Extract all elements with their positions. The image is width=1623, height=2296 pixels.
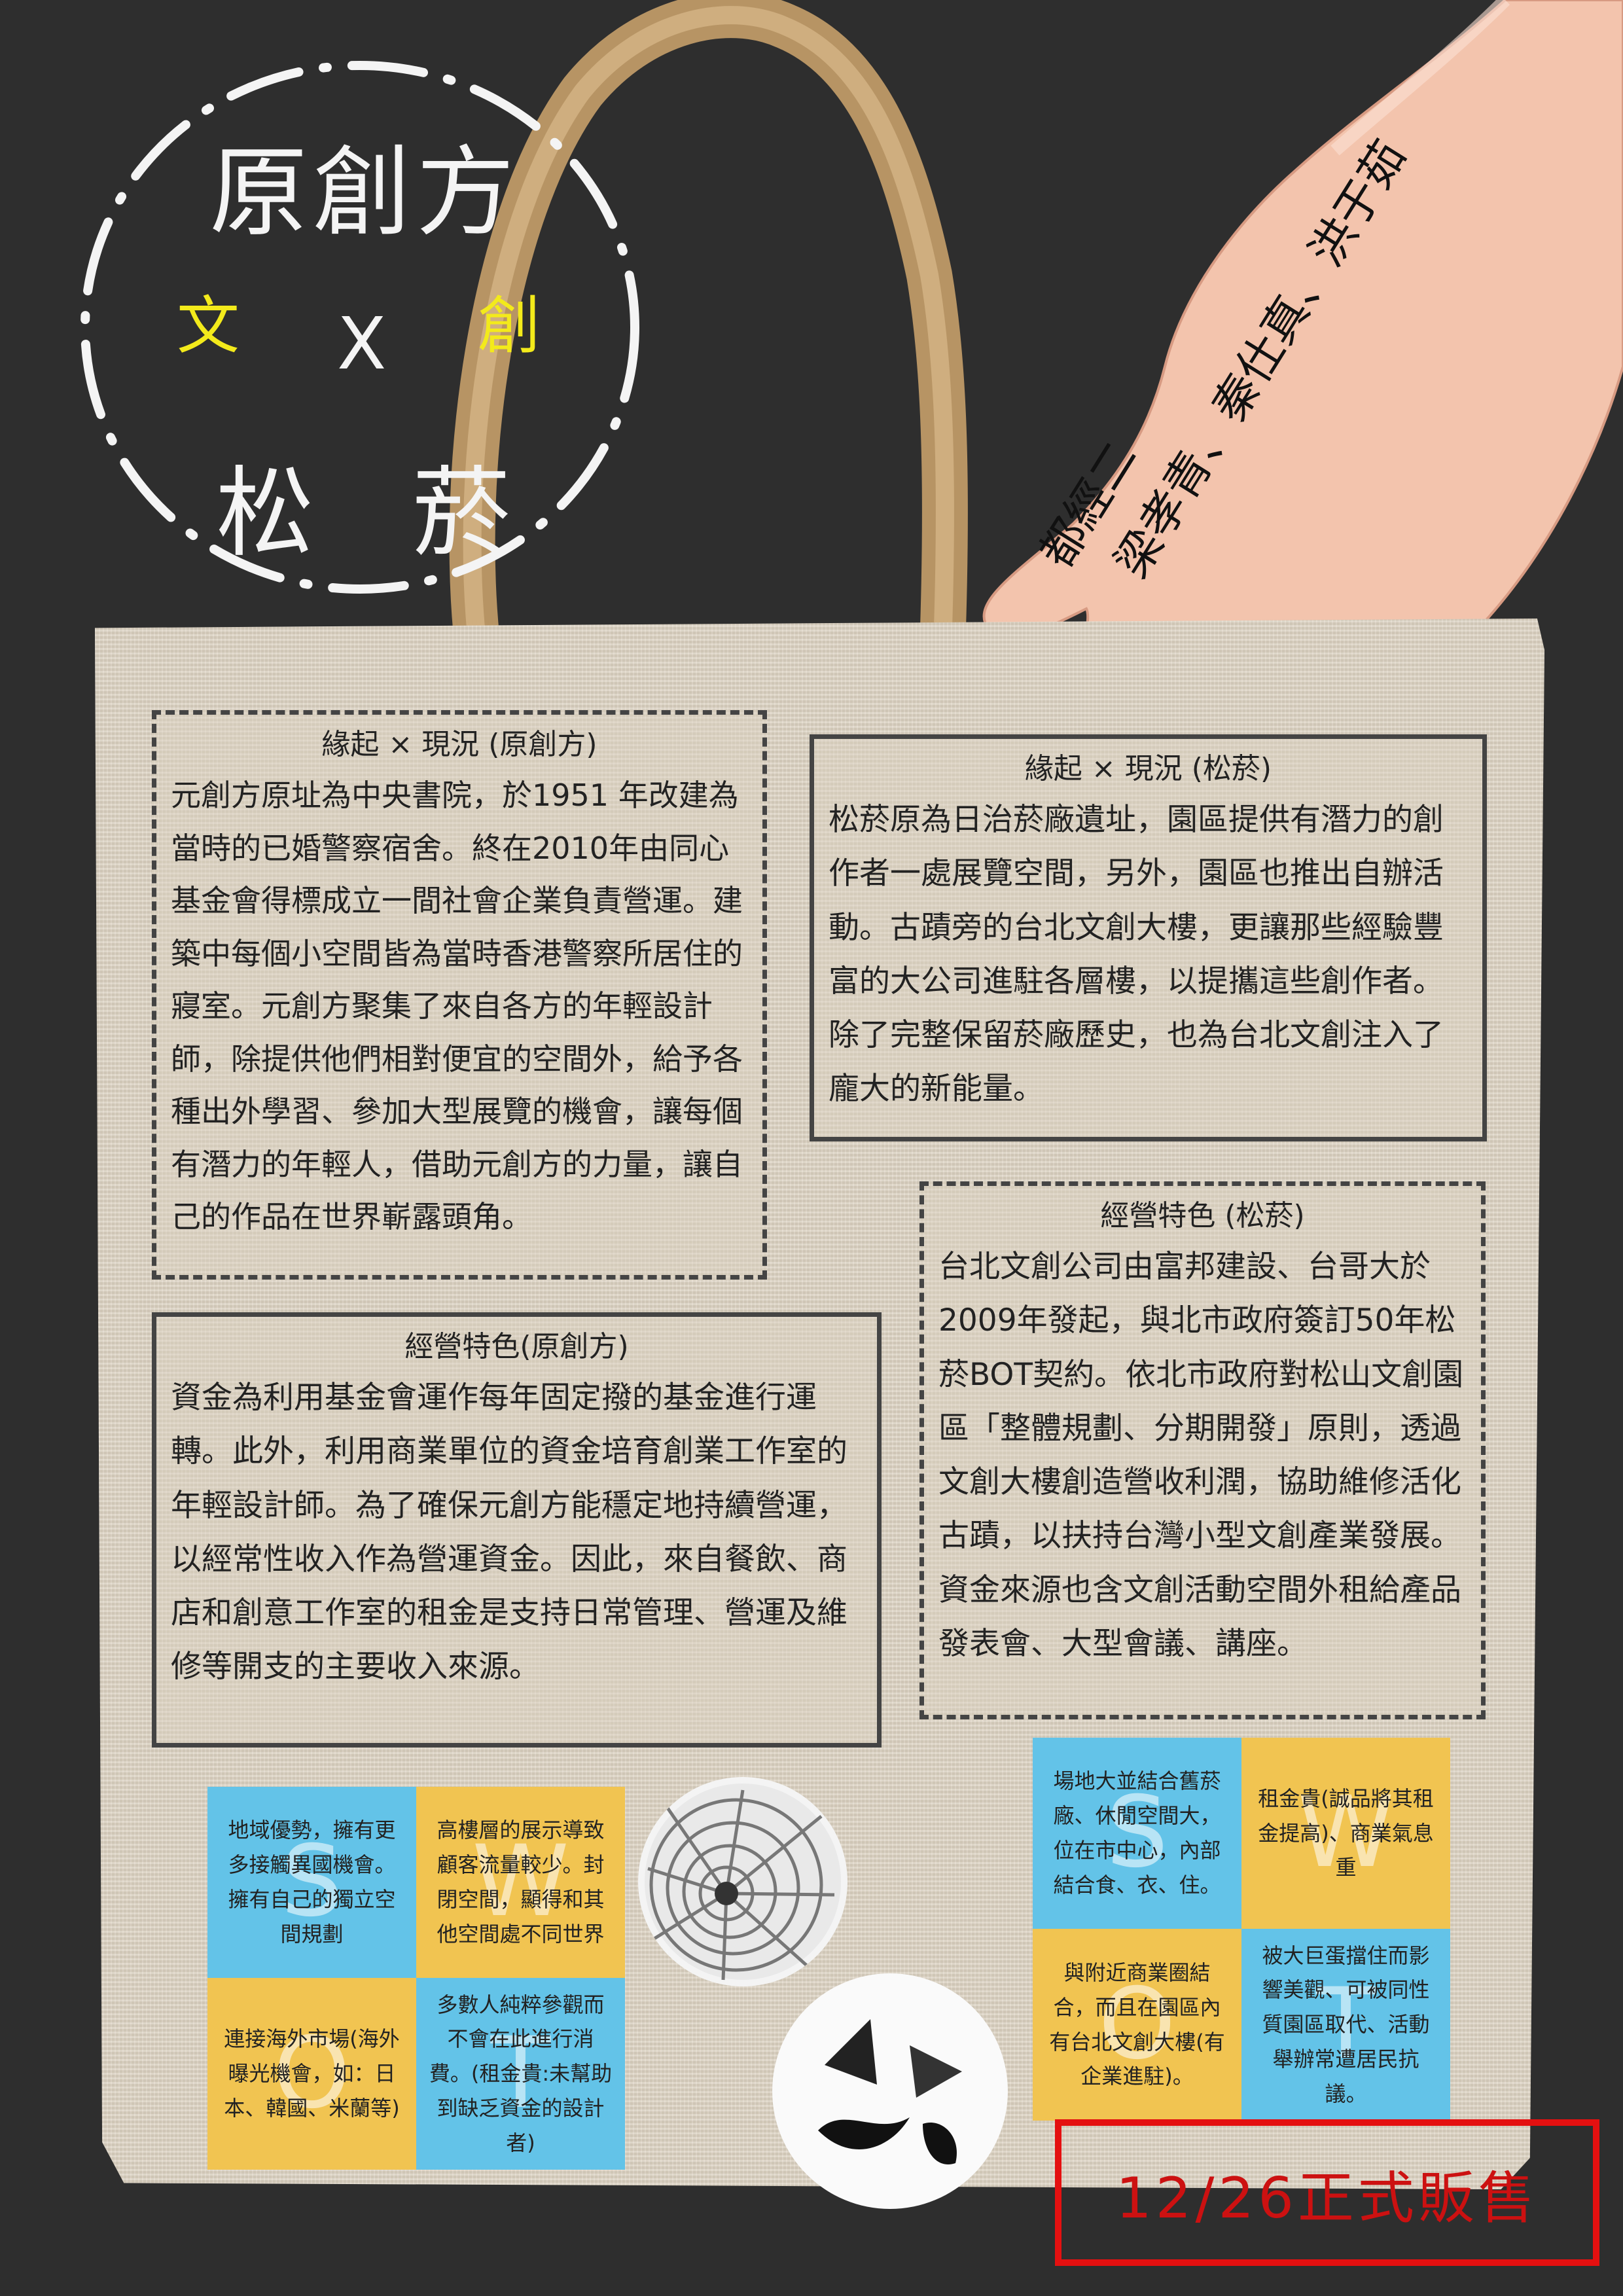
swot-yuan-s-text: 地域優勢，擁有更多接觸異國機會。擁有自己的獨立空間規劃 [228,1818,396,1946]
biz-yuan-body: 資金為利用基金會運作每年固定撥的基金進行運轉。此外，利用商業單位的資金培育創業工… [171,1380,847,1685]
swot-grid-yuan: S 地域優勢，擁有更多接觸異國機會。擁有自己的獨立空間規劃 W 高樓層的展示導致… [207,1787,625,2170]
swot-yuan-t-text: 多數人純粹參觀而不會在此進行消費。(租金貴:未幫助到缺乏資金的設計者) [429,1992,613,2155]
title-main: 原創方 [209,136,520,250]
swot-yuan-w-text: 高樓層的展示導致顧客流量較少。封閉空間，顯得和其他空間處不同世界 [437,1818,605,1946]
biz-song-heading: 經營特色 (松菸) [1100,1199,1305,1232]
biz-yuan-box: 經營特色(原創方) 資金為利用基金會運作每年固定撥的基金進行運轉。此外，利用商業… [152,1312,882,1748]
swot-yuan-opportunity: O 連接海外市場(海外曝光機會，如：日本、韓國、米蘭等) [207,1978,416,2170]
biz-song-body: 台北文創公司由富邦建設、台哥大於2009年發起，與北市政府簽訂50年松菸BOT契… [938,1249,1464,1662]
title-cross: X [337,302,387,386]
swot-song-s-text: 場地大並結合舊菸廠、休閒空間大，位在市中心，內部結合食、衣、住。 [1053,1768,1221,1897]
logo-disc [772,1973,1008,2209]
swot-grid-song: S 場地大並結合舊菸廠、休閒空間大，位在市中心，內部結合食、衣、住。 W 租金貴… [1033,1738,1450,2121]
title-char-wen: 文 [177,289,240,363]
swot-yuan-threat: T 多數人純粹參觀而不會在此進行消費。(租金貴:未幫助到缺乏資金的設計者) [416,1978,625,2170]
title-badge: 原創方 文 X 創 松 菸 [65,46,654,609]
origin-song-body: 松菸原為日治菸廠遺址，園區提供有潛力的創作者一處展覽空間，另外，園區也推出自辦活… [829,802,1444,1107]
biz-song-box: 經營特色 (松菸) 台北文創公司由富邦建設、台哥大於2009年發起，與北市政府簽… [919,1181,1486,1719]
swot-song-o-text: 與附近商業圈結合，而且在園區內有台北文創大樓(有企業進駐)。 [1049,1960,1225,2089]
swot-song-threat: T 被大巨蛋擋住而影響美觀、可被同性質園區取代、活動舉辦常遭居民抗議。 [1241,1929,1450,2121]
title-yan: 菸 [412,457,516,571]
swot-yuan-o-text: 連接海外市場(海外曝光機會，如：日本、韓國、米蘭等) [224,2026,400,2121]
swot-song-strength: S 場地大並結合舊菸廠、休閒空間大，位在市中心，內部結合食、衣、住。 [1033,1738,1241,1929]
swot-song-opportunity: O 與附近商業圈結合，而且在園區內有台北文創大樓(有企業進駐)。 [1033,1929,1241,2121]
origin-yuan-heading: 緣起 × 現況 (原創方) [321,728,597,761]
swot-song-w-text: 租金貴(誠品將其租金提高)、商業氣息重 [1258,1785,1434,1880]
origin-song-box: 緣起 × 現況 (松菸) 松菸原為日治菸廠遺址，園區提供有潛力的創作者一處展覽空… [810,734,1487,1141]
sale-date-box: 12/26正式販售 [1055,2119,1599,2266]
biz-yuan-heading: 經營特色(原創方) [404,1330,629,1363]
title-char-chuang: 創 [478,289,541,363]
title-song: 松 [216,457,320,571]
swot-song-weakness: W 租金貴(誠品將其租金提高)、商業氣息重 [1241,1738,1450,1929]
swot-yuan-strength: S 地域優勢，擁有更多接觸異國機會。擁有自己的獨立空間規劃 [207,1787,416,1978]
origin-song-heading: 緣起 × 現況 (松菸) [1024,752,1272,785]
swot-yuan-weakness: W 高樓層的展示導致顧客流量較少。封閉空間，顯得和其他空間處不同世界 [416,1787,625,1978]
swot-song-t-text: 被大巨蛋擋住而影響美觀、可被同性質園區取代、活動舉辦常遭居民抗議。 [1262,1943,1430,2106]
building-photo-disc [638,1777,847,1986]
origin-yuan-body: 元創方原址為中央書院，於1951 年改建為當時的已婚警察宿舍。終在2010年由同… [171,778,743,1234]
origin-yuan-box: 緣起 × 現況 (原創方) 元創方原址為中央書院，於1951 年改建為當時的已婚… [152,710,767,1280]
sale-date-text: 12/26正式販售 [1116,2165,1539,2231]
